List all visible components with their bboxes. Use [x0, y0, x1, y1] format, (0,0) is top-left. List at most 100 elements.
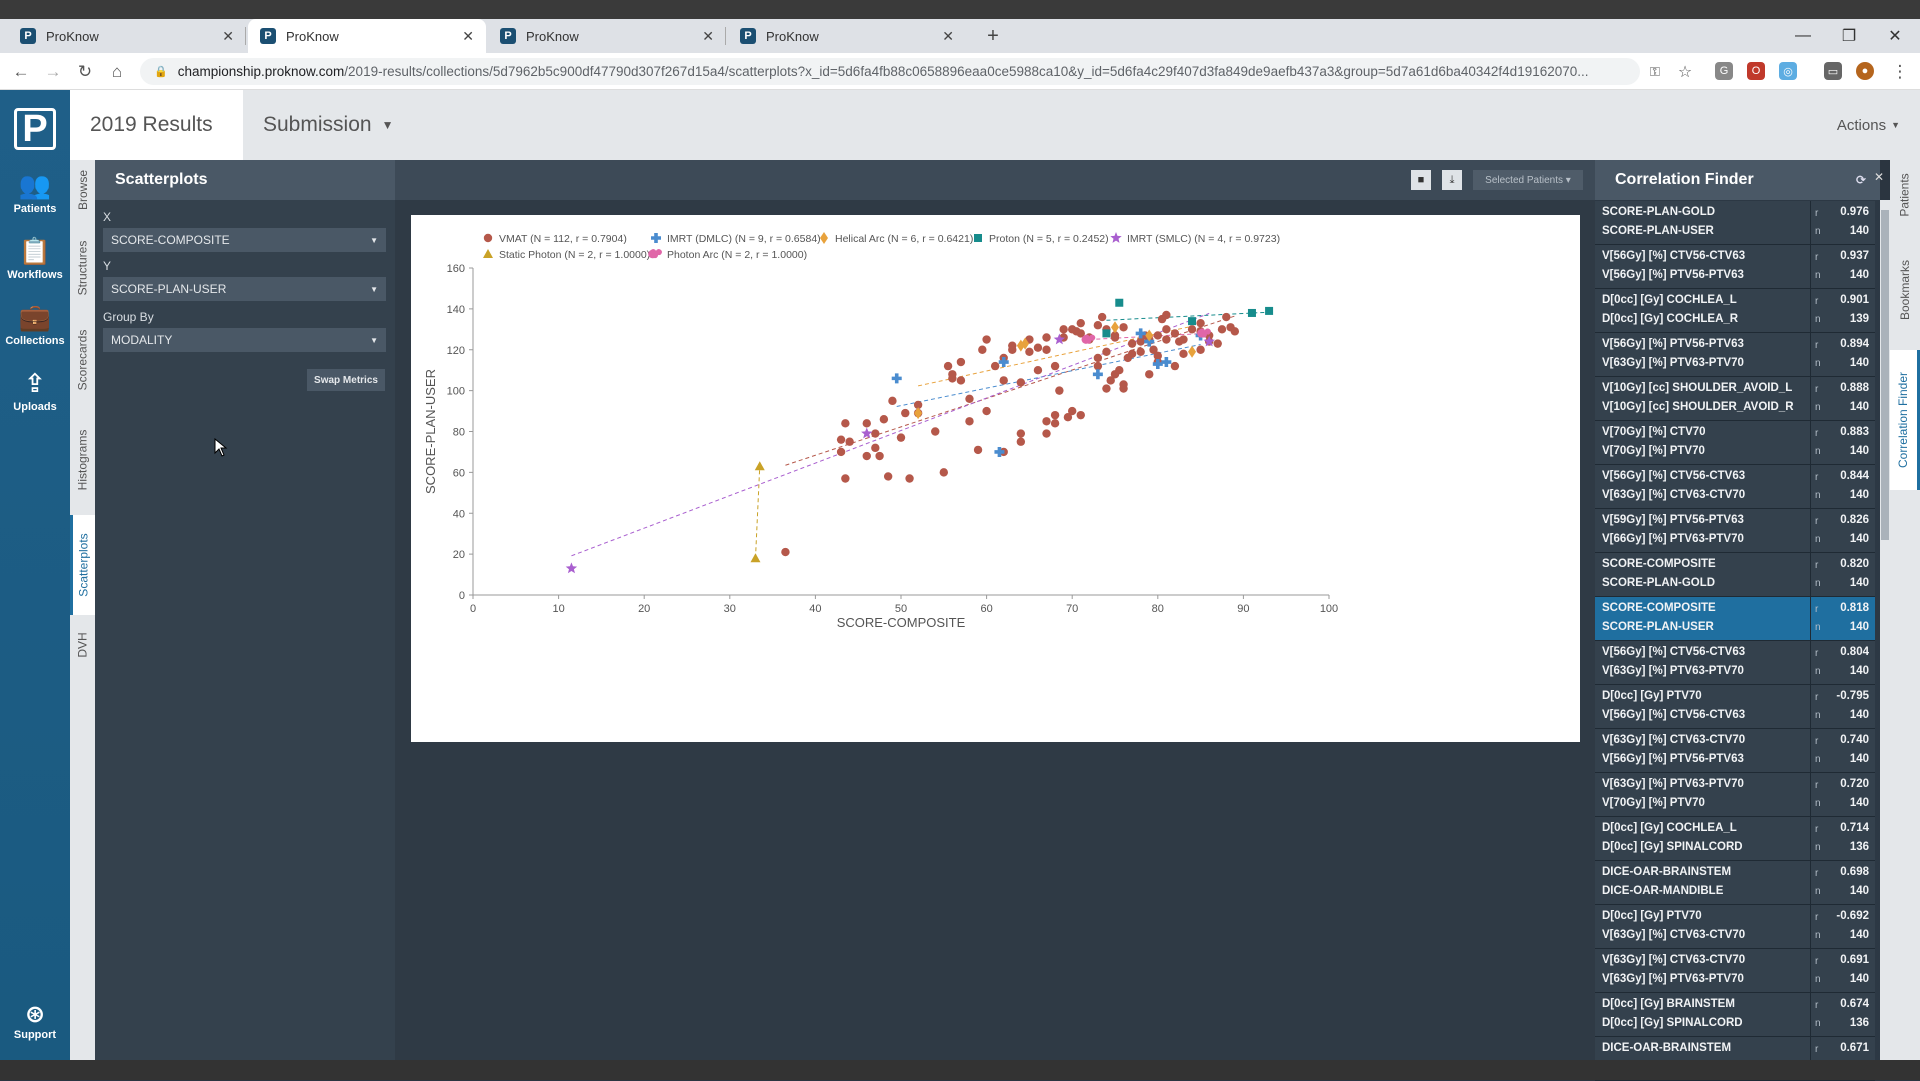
cast-icon[interactable]: ▭: [1824, 62, 1842, 80]
browser-tab[interactable]: P ProKnow ✕: [728, 19, 966, 53]
tab-histograms[interactable]: Histograms: [70, 410, 95, 510]
close-tab-icon[interactable]: ✕: [222, 28, 234, 45]
nav-patients[interactable]: 👥 Patients: [0, 170, 70, 230]
data-point: [1042, 417, 1051, 426]
tab-structures[interactable]: Structures: [70, 225, 95, 310]
correlation-row[interactable]: V[56Gy] [%] PTV56-PTV63 V[63Gy] [%] PTV63…: [1595, 333, 1875, 377]
star-icon[interactable]: ☆: [1670, 53, 1700, 90]
browser-tab-active[interactable]: P ProKnow ✕: [248, 19, 486, 53]
tab-correlation-finder[interactable]: Correlation Finder: [1890, 350, 1920, 490]
home-icon[interactable]: ⌂: [102, 53, 132, 90]
browser-tab[interactable]: P ProKnow ✕: [8, 19, 246, 53]
profile-avatar-icon[interactable]: ●: [1856, 62, 1874, 80]
n-value: 140: [1849, 401, 1869, 413]
reload-icon[interactable]: ↻: [70, 53, 100, 90]
browser-menu-icon[interactable]: ⋮: [1885, 53, 1915, 90]
submission-dropdown[interactable]: Submission ▼: [263, 90, 393, 160]
new-tab-icon[interactable]: +: [978, 19, 1008, 53]
extension-office-icon[interactable]: O: [1747, 62, 1765, 80]
metric-2: V[63Gy] [%] CTV63-CTV70: [1602, 929, 1746, 941]
r-value: 0.976: [1840, 206, 1869, 218]
url-field[interactable]: 🔒 championship.proknow.com/2019-results/…: [140, 58, 1640, 85]
browser-tab[interactable]: P ProKnow ✕: [488, 19, 726, 53]
r-label: r: [1815, 472, 1819, 483]
legend-marker: [648, 249, 662, 259]
correlation-row[interactable]: SCORE-PLAN-GOLD SCORE-PLAN-USER r n 0.976 140: [1595, 201, 1875, 245]
data-point: [883, 472, 893, 481]
os-title-bar: [0, 0, 1920, 19]
extension-g-icon[interactable]: G: [1715, 62, 1733, 80]
close-tab-icon[interactable]: ✕: [462, 28, 474, 45]
data-point: [1115, 298, 1124, 307]
nav-support[interactable]: ⊛ Support: [0, 1000, 70, 1041]
proknow-favicon-icon: P: [500, 28, 516, 44]
metric-2: V[70Gy] [%] PTV70: [1602, 445, 1705, 457]
correlation-row[interactable]: SCORE-COMPOSITE SCORE-PLAN-USER r n 0.818 140: [1595, 597, 1875, 641]
n-value: 140: [1849, 709, 1869, 721]
back-icon[interactable]: ←: [6, 53, 36, 90]
nav-workflows[interactable]: 📋 Workflows: [0, 236, 70, 296]
tab-dvh[interactable]: DVH: [70, 620, 95, 670]
correlation-row[interactable]: V[70Gy] [%] CTV70 V[70Gy] [%] PTV70 r n 0.88…: [1595, 421, 1875, 465]
correlation-row[interactable]: V[63Gy] [%] PTV63-PTV70 V[70Gy] [%] PTV70…: [1595, 773, 1875, 817]
n-value: 140: [1849, 357, 1869, 369]
correlation-row[interactable]: V[56Gy] [%] CTV56-CTV63 V[63Gy] [%] CTV63…: [1595, 465, 1875, 509]
extension-blue-icon[interactable]: ◎: [1779, 62, 1797, 80]
y-metric-select[interactable]: SCORE-PLAN-USER ▼: [103, 277, 386, 301]
data-point: [1188, 345, 1197, 358]
correlation-row[interactable]: D[0cc] [Gy] PTV70 V[56Gy] [%] CTV56-CTV63…: [1595, 685, 1875, 729]
legend-marker: [483, 233, 493, 243]
selected-patients-dropdown[interactable]: Selected Patients ▾: [1473, 170, 1583, 190]
group-by-select[interactable]: MODALITY ▼: [103, 328, 386, 352]
close-tab-icon[interactable]: ✕: [942, 28, 954, 45]
metric-1: V[56Gy] [%] CTV56-CTV63: [1602, 470, 1746, 482]
correlation-row[interactable]: DICE-OAR-BRAINSTEM DICE-OAR-MANDIBLE r n 0.6…: [1595, 861, 1875, 905]
data-point: [862, 419, 871, 428]
nav-collections[interactable]: 💼 Collections: [0, 302, 70, 362]
correlation-row[interactable]: D[0cc] [Gy] BRAINSTEM D[0cc] [Gy] SPINALC…: [1595, 993, 1875, 1037]
left-vertical-tabs: Browse Structures Scorecards Histograms …: [70, 160, 95, 1060]
correlation-row[interactable]: V[63Gy] [%] CTV63-CTV70 V[63Gy] [%] PTV63…: [1595, 949, 1875, 993]
r-label: r: [1815, 1000, 1819, 1011]
correlation-row[interactable]: V[63Gy] [%] CTV63-CTV70 V[56Gy] [%] PTV56…: [1595, 729, 1875, 773]
tab-scorecards[interactable]: Scorecards: [70, 315, 95, 405]
x-metric-select[interactable]: SCORE-COMPOSITE ▼: [103, 228, 386, 252]
tab-patients[interactable]: Patients: [1890, 160, 1920, 230]
correlation-row[interactable]: SCORE-COMPOSITE SCORE-PLAN-GOLD r n 0.820 140: [1595, 553, 1875, 597]
close-tab-icon[interactable]: ✕: [702, 28, 714, 45]
close-icon[interactable]: ✕: [1874, 170, 1884, 184]
correlation-scrollbar[interactable]: [1880, 200, 1890, 1060]
correlation-row[interactable]: D[0cc] [Gy] PTV70 V[63Gy] [%] CTV63-CTV70…: [1595, 905, 1875, 949]
download-icon[interactable]: ⤓: [1442, 170, 1462, 190]
data-point: [1119, 323, 1128, 332]
x-tick-label: 20: [638, 603, 650, 615]
data-point: [1179, 349, 1188, 359]
correlation-row[interactable]: V[59Gy] [%] PTV56-PTV63 V[66Gy] [%] PTV63…: [1595, 509, 1875, 553]
data-point: [1161, 357, 1172, 368]
tab-bookmarks[interactable]: Bookmarks: [1890, 235, 1920, 345]
tab-browse[interactable]: Browse: [70, 160, 95, 220]
correlation-row[interactable]: V[56Gy] [%] CTV56-CTV63 V[63Gy] [%] PTV63…: [1595, 641, 1875, 685]
correlation-row[interactable]: V[10Gy] [cc] SHOULDER_AVOID_L V[10Gy] [cc…: [1595, 377, 1875, 421]
minimize-icon[interactable]: —: [1780, 19, 1826, 53]
metric-2: D[0cc] [Gy] COCHLEA_R: [1602, 313, 1739, 325]
bookmark-icon[interactable]: ■: [1411, 170, 1431, 190]
nav-uploads[interactable]: ⇪ Uploads: [0, 368, 70, 428]
proknow-logo[interactable]: P: [14, 108, 56, 150]
swap-metrics-button[interactable]: Swap Metrics: [307, 369, 385, 391]
correlation-row[interactable]: D[0cc] [Gy] COCHLEA_L D[0cc] [Gy] COCHLEA…: [1595, 289, 1875, 333]
legend-marker: [820, 232, 828, 244]
scatterplot-chart[interactable]: 0 10 20 30 40 50 60 70 80 90 100 0 20 40 60 80 100 120 140…: [411, 215, 1580, 742]
key-icon[interactable]: ⚿: [1640, 53, 1670, 90]
refresh-icon[interactable]: ⟳: [1856, 173, 1866, 187]
window-close-icon[interactable]: ✕: [1872, 19, 1918, 53]
tab-scatterplots[interactable]: Scatterplots: [70, 515, 95, 615]
correlation-row[interactable]: V[56Gy] [%] CTV56-CTV63 V[56Gy] [%] PTV56…: [1595, 245, 1875, 289]
data-point: [1153, 331, 1162, 340]
forward-icon[interactable]: →: [38, 53, 68, 90]
legend-label: Helical Arc (N = 6, r = 0.6421): [835, 233, 973, 245]
actions-menu[interactable]: Actions ▼: [1837, 90, 1900, 160]
restore-icon[interactable]: ❐: [1826, 19, 1872, 53]
correlation-row[interactable]: D[0cc] [Gy] COCHLEA_L D[0cc] [Gy] SPINALC…: [1595, 817, 1875, 861]
r-value: 0.720: [1840, 778, 1869, 790]
